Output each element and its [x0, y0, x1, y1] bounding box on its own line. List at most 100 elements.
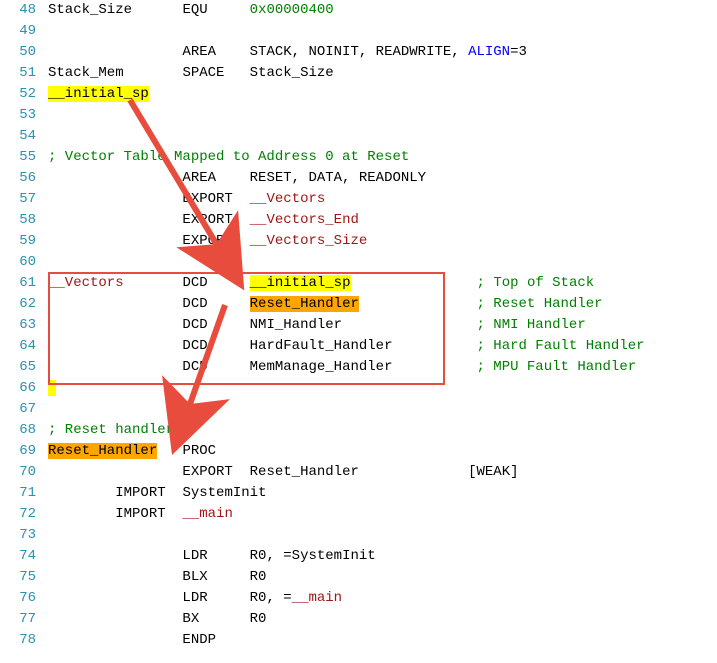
code-line: 69Reset_Handler PROC — [0, 441, 717, 462]
code-line: 72 IMPORT __main — [0, 504, 717, 525]
token-mnemonic: BLX — [182, 569, 207, 585]
line-number: 48 — [0, 0, 48, 21]
code-line: 71 IMPORT SystemInit — [0, 483, 717, 504]
token-args: STACK, NOINIT, READWRITE, — [250, 44, 468, 60]
token-comment: ; Reset handler — [48, 422, 174, 438]
token-comment: ; Hard Fault Handler — [477, 338, 645, 354]
token-symbol-ref: __main — [292, 590, 342, 606]
line-number: 65 — [0, 357, 48, 378]
line-number: 54 — [0, 126, 48, 147]
token-symbol-ref: __Vectors_Size — [250, 233, 368, 249]
token-symbol: Stack_Size — [48, 2, 132, 18]
token-symbol-ref: __Vectors — [250, 191, 326, 207]
code-line: 49 — [0, 21, 717, 42]
code-line: 51Stack_Mem SPACE Stack_Size — [0, 63, 717, 84]
line-number: 56 — [0, 168, 48, 189]
token-mnemonic: DCD — [182, 338, 207, 354]
code-line: 60 — [0, 252, 717, 273]
line-number: 76 — [0, 588, 48, 609]
code-line: 56 AREA RESET, DATA, READONLY — [0, 168, 717, 189]
token-mnemonic: BX — [182, 611, 199, 627]
highlight-initial-sp: __initial_sp — [250, 275, 351, 291]
token-symbol: Stack_Mem — [48, 65, 124, 81]
line-number: 49 — [0, 21, 48, 42]
line-number: 61 — [0, 273, 48, 294]
code-line: 74 LDR R0, =SystemInit — [0, 546, 717, 567]
line-number: 64 — [0, 336, 48, 357]
code-line: 55; Vector Table Mapped to Address 0 at … — [0, 147, 717, 168]
token-symbol-ref: __Vectors_End — [250, 212, 359, 228]
code-line: 78 ENDP — [0, 630, 717, 651]
line-number: 69 — [0, 441, 48, 462]
token-mnemonic: EXPORT — [182, 191, 232, 207]
token-symbol-ref: __main — [182, 506, 232, 522]
line-number: 50 — [0, 42, 48, 63]
code-line: 48Stack_Size EQU 0x00000400 — [0, 0, 717, 21]
token-mnemonic: EXPORT — [182, 212, 232, 228]
token-mnemonic: SPACE — [182, 65, 224, 81]
token-args: R0 — [250, 611, 267, 627]
token-mnemonic: DCD — [182, 359, 207, 375]
token-comment: ; Top of Stack — [477, 275, 595, 291]
highlight-initial-sp: __initial_sp — [48, 86, 149, 102]
token-args: =3 — [510, 44, 527, 60]
token-mnemonic: EXPORT — [182, 464, 232, 480]
line-number: 60 — [0, 252, 48, 273]
highlight-marker — [48, 380, 56, 396]
code-line: 70 EXPORT Reset_Handler [WEAK] — [0, 462, 717, 483]
token-symbol-def: __Vectors — [48, 275, 124, 291]
code-line: 75 BLX R0 — [0, 567, 717, 588]
line-number: 71 — [0, 483, 48, 504]
token-args: MemManage_Handler — [250, 359, 393, 375]
line-number: 63 — [0, 315, 48, 336]
line-number: 52 — [0, 84, 48, 105]
code-line: 53 — [0, 105, 717, 126]
line-number: 75 — [0, 567, 48, 588]
line-number: 68 — [0, 420, 48, 441]
line-number: 77 — [0, 609, 48, 630]
token-mnemonic: LDR — [182, 590, 207, 606]
code-line: 50 AREA STACK, NOINIT, READWRITE, ALIGN=… — [0, 42, 717, 63]
code-line: 68; Reset handler — [0, 420, 717, 441]
code-line: 63 DCD NMI_Handler ; NMI Handler — [0, 315, 717, 336]
token-args: SystemInit — [182, 485, 266, 501]
line-number: 59 — [0, 231, 48, 252]
code-line: 73 — [0, 525, 717, 546]
code-line: 77 BX R0 — [0, 609, 717, 630]
code-line: 76 LDR R0, =__main — [0, 588, 717, 609]
code-line: 58 EXPORT __Vectors_End — [0, 210, 717, 231]
code-line: 54 — [0, 126, 717, 147]
token-mnemonic: AREA — [182, 44, 216, 60]
token-mnemonic: LDR — [182, 548, 207, 564]
token-mnemonic: AREA — [182, 170, 216, 186]
line-number: 73 — [0, 525, 48, 546]
line-number: 67 — [0, 399, 48, 420]
line-number: 51 — [0, 63, 48, 84]
line-number: 66 — [0, 378, 48, 399]
token-number: 0x00000400 — [250, 2, 334, 18]
highlight-reset-handler: Reset_Handler — [250, 296, 359, 312]
token-args: R0, =SystemInit — [250, 548, 376, 564]
token-comment: ; MPU Fault Handler — [477, 359, 637, 375]
code-line: 67 — [0, 399, 717, 420]
token-attr: [WEAK] — [468, 464, 518, 480]
code-line: 59 EXPORT __Vectors_Size — [0, 231, 717, 252]
code-line: 57 EXPORT __Vectors — [0, 189, 717, 210]
token-mnemonic: ENDP — [182, 632, 216, 648]
token-comment: ; Vector Table Mapped to Address 0 at Re… — [48, 149, 409, 165]
token-args: NMI_Handler — [250, 317, 342, 333]
code-line: 52__initial_sp — [0, 84, 717, 105]
token-mnemonic: IMPORT — [115, 485, 165, 501]
highlight-reset-handler: Reset_Handler — [48, 443, 157, 459]
line-number: 72 — [0, 504, 48, 525]
token-args: R0, = — [250, 590, 292, 606]
token-mnemonic: DCD — [182, 296, 207, 312]
code-line: 61__Vectors DCD __initial_sp ; Top of St… — [0, 273, 717, 294]
token-mnemonic: IMPORT — [115, 506, 165, 522]
line-number: 70 — [0, 462, 48, 483]
line-number: 74 — [0, 546, 48, 567]
token-mnemonic: EQU — [182, 2, 207, 18]
token-args: Reset_Handler — [250, 464, 359, 480]
line-number: 62 — [0, 294, 48, 315]
token-keyword: ALIGN — [468, 44, 510, 60]
